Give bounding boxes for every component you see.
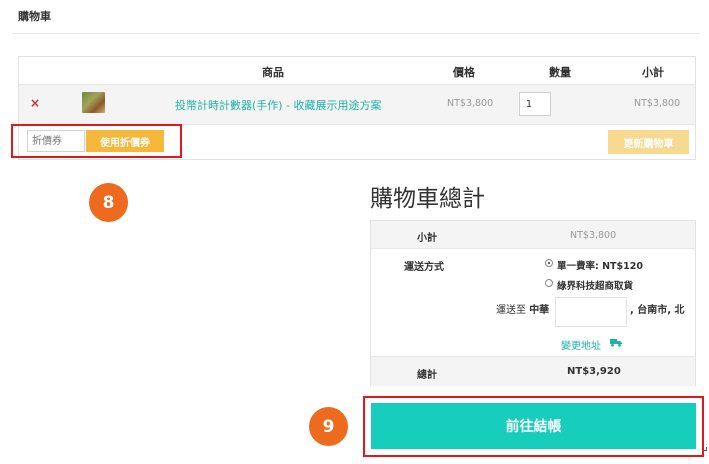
corner-mark bbox=[703, 447, 707, 451]
column-header-subtotal: 小計 bbox=[642, 66, 664, 79]
proceed-to-checkout-button[interactable]: 前往結帳 bbox=[371, 403, 696, 449]
total-label: 總計 bbox=[417, 370, 437, 381]
truck-icon[interactable] bbox=[610, 338, 622, 347]
cart-table-header: 商品 價格 數量 小計 bbox=[19, 57, 695, 85]
column-header-quantity: 數量 bbox=[549, 66, 571, 79]
step-badge-9: 9 bbox=[309, 407, 348, 446]
subtotal-value: NT$3,800 bbox=[570, 230, 617, 241]
totals-row-shipping: 運送方式 單一費率: NT$120 綠界科技超商取貨 運送至 中華 , 台南市,… bbox=[371, 249, 695, 357]
cart-item-row: × 投幣計時計數器(手作) - 收藏展示用途方案 NT$3,800 NT$3,8… bbox=[19, 85, 695, 125]
cart-totals-heading: 購物車總計 bbox=[370, 186, 485, 212]
change-address-link[interactable]: 變更地址 bbox=[561, 337, 601, 352]
cart-totals-table: 小計 NT$3,800 運送方式 單一費率: NT$120 綠界科技超商取貨 運… bbox=[370, 220, 696, 386]
item-subtotal: NT$3,800 bbox=[634, 98, 681, 109]
subtotal-label: 小計 bbox=[417, 233, 437, 244]
ship-to-country: 中華 bbox=[529, 305, 550, 316]
update-cart-button[interactable]: 更新購物車 bbox=[608, 130, 689, 154]
column-header-price: 價格 bbox=[453, 66, 475, 79]
item-price: NT$3,800 bbox=[447, 98, 494, 109]
shipping-label: 運送方式 bbox=[404, 262, 444, 273]
product-thumbnail[interactable] bbox=[82, 92, 105, 113]
close-icon[interactable]: × bbox=[30, 96, 40, 110]
shipping-option-ecpay[interactable]: 綠界科技超商取貨 bbox=[557, 278, 633, 292]
highlight-box-coupon bbox=[11, 124, 182, 158]
quantity-input[interactable] bbox=[519, 92, 551, 116]
shipping-radio-flat-rate[interactable] bbox=[545, 259, 553, 267]
product-name-link[interactable]: 投幣計時計數器(手作) - 收藏展示用途方案 bbox=[175, 97, 382, 113]
totals-row-subtotal: 小計 NT$3,800 bbox=[371, 221, 695, 249]
ship-to-text: 運送至 中華 bbox=[496, 301, 549, 316]
ship-to-prefix: 運送至 bbox=[496, 305, 526, 316]
totals-row-total: 總計 NT$3,920 bbox=[371, 357, 695, 386]
column-header-product: 商品 bbox=[262, 66, 284, 79]
page-title: 購物車 bbox=[18, 10, 51, 23]
total-value: NT$3,920 bbox=[567, 366, 621, 377]
ship-to-city: , 台南市, 北 bbox=[630, 305, 685, 316]
postal-code-field[interactable] bbox=[555, 297, 627, 327]
step-badge-8: 8 bbox=[89, 183, 128, 222]
shipping-option-flat-rate[interactable]: 單一費率: NT$120 bbox=[557, 258, 643, 272]
shipping-radio-ecpay[interactable] bbox=[545, 279, 553, 287]
title-divider bbox=[12, 33, 700, 34]
